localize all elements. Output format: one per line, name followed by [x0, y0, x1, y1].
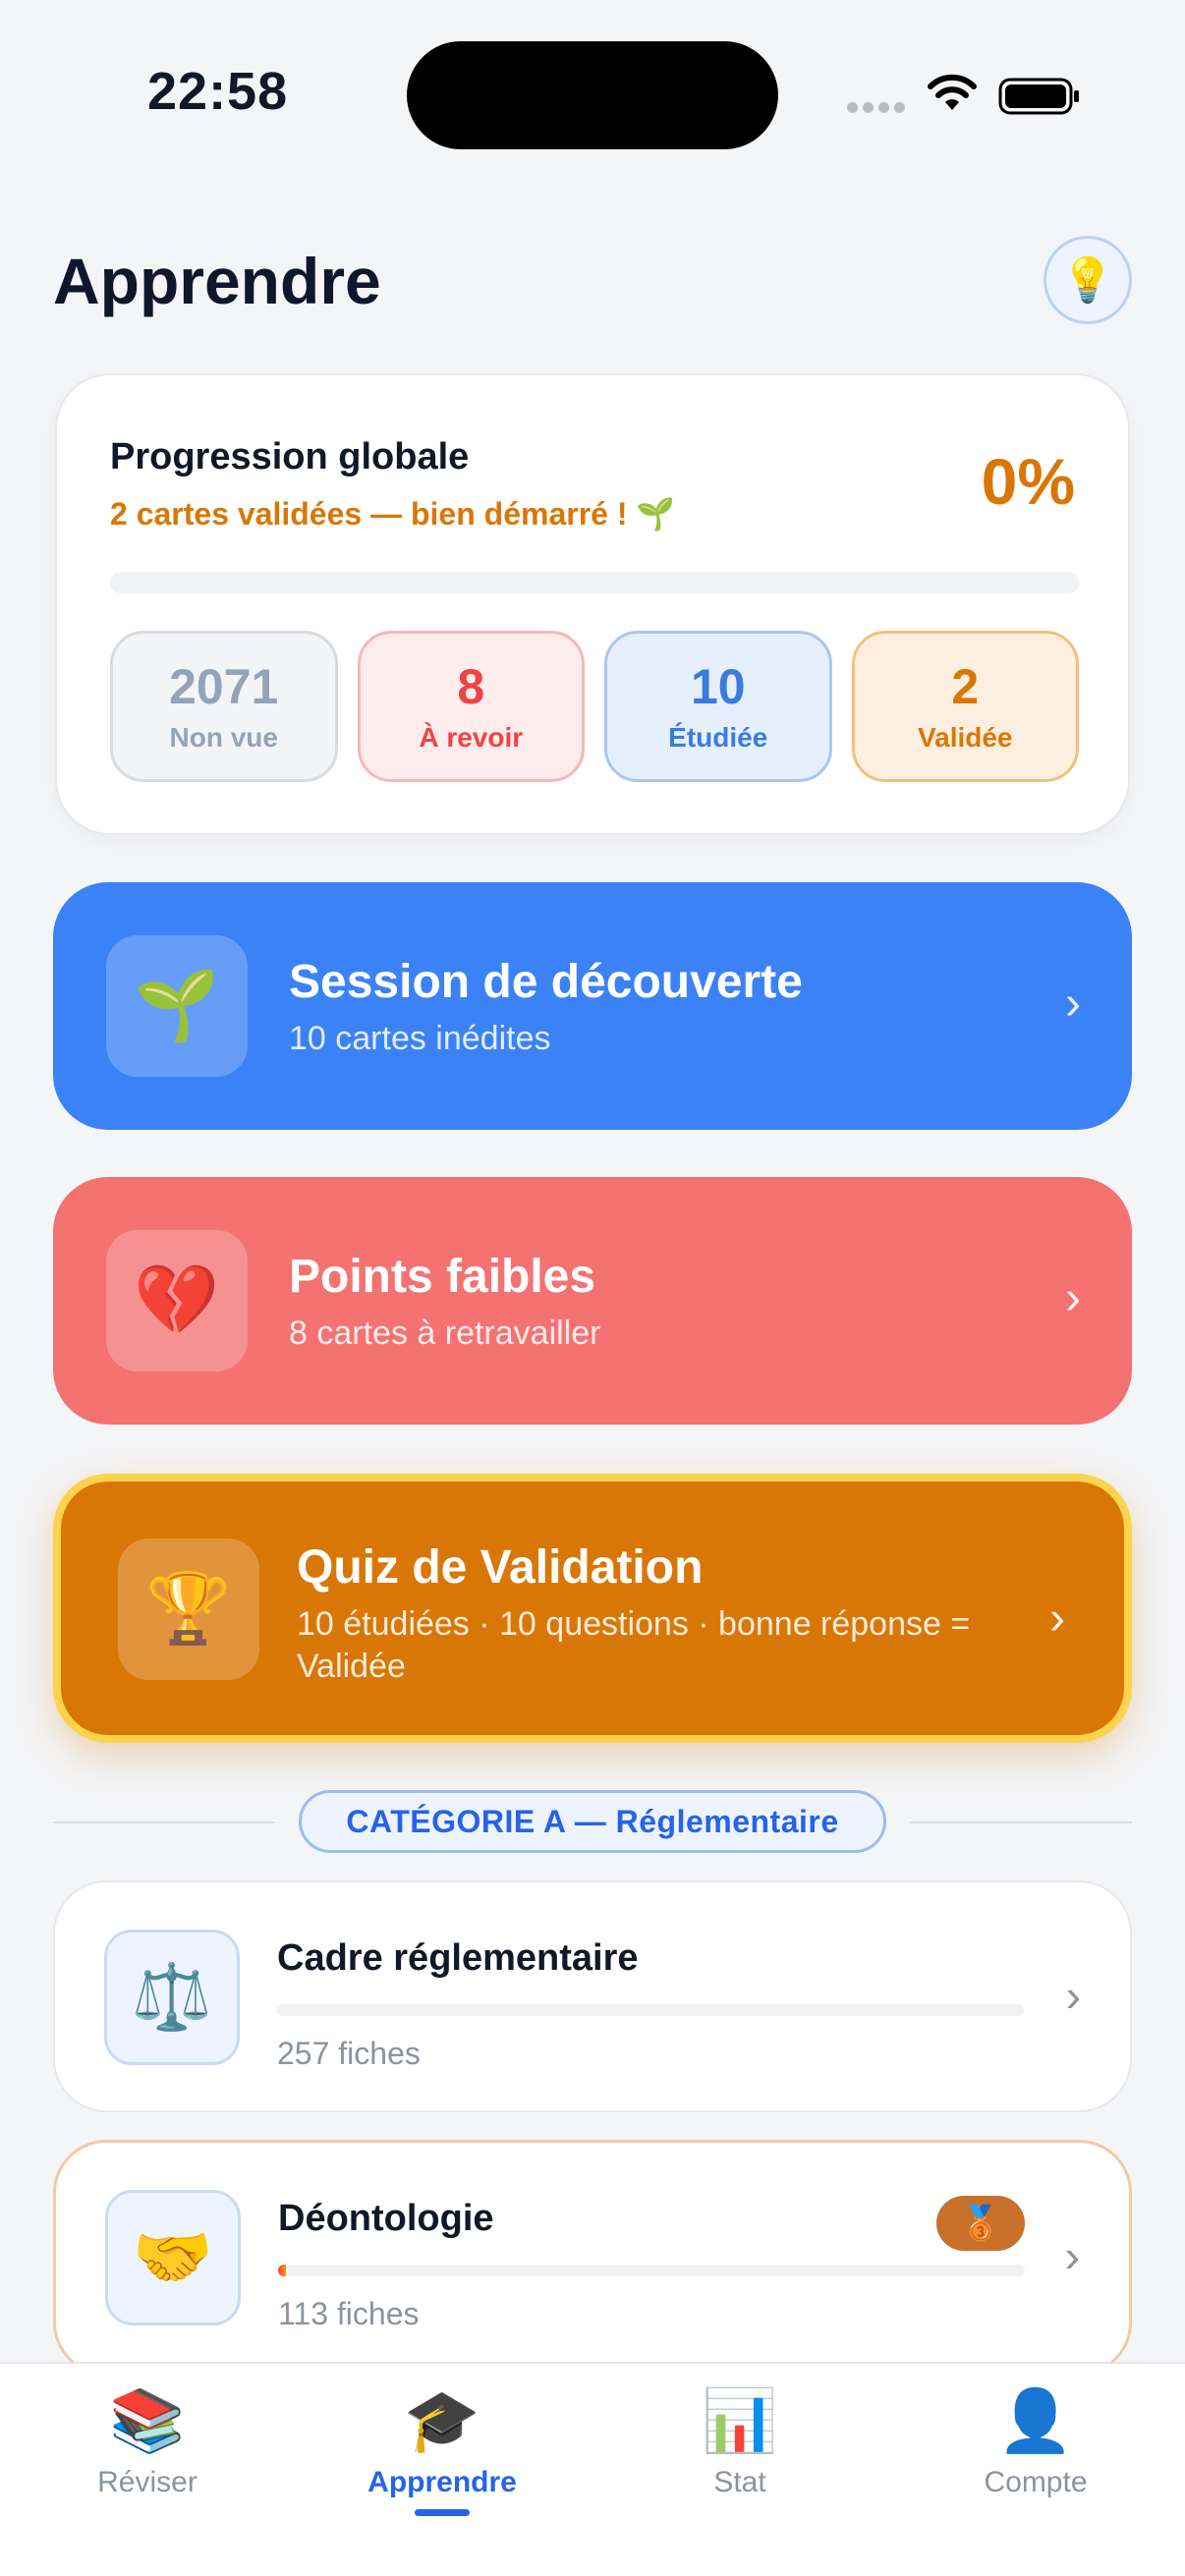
item-progress-bar	[278, 2265, 1025, 2276]
list-item-deontologie[interactable]: 🤝 Déontologie 🥉 113 fiches ›	[53, 2140, 1132, 2376]
tab-label: Apprendre	[367, 2466, 517, 2498]
item-count: 257 fiches	[277, 2036, 421, 2071]
divider	[910, 1821, 1132, 1823]
item-title: Cadre réglementaire	[277, 1937, 639, 1979]
tab-label: Compte	[984, 2466, 1088, 2498]
stat-validee[interactable]: 2 Validée	[851, 631, 1079, 782]
battery-icon	[998, 78, 1079, 115]
trophy-icon: 🏆	[118, 1539, 259, 1680]
page-title: Apprendre	[53, 245, 381, 317]
weak-points-button[interactable]: 💔 Points faibles 8 cartes à retravailler…	[53, 1177, 1132, 1425]
tab-stat[interactable]: 📊 Stat	[592, 2385, 887, 2499]
status-bar: 22:58	[0, 0, 1185, 196]
lightbulb-icon[interactable]: 💡	[1044, 236, 1132, 324]
chevron-right-icon: ›	[1049, 1593, 1065, 1645]
action-subtitle: 8 cartes à retravailler	[289, 1315, 601, 1352]
action-subtitle: 10 cartes inédites	[289, 1020, 551, 1057]
category-label: CATÉGORIE A — Réglementaire	[299, 1790, 886, 1853]
chevron-right-icon: ›	[1065, 1970, 1081, 2021]
item-count: 113 fiches	[278, 2296, 420, 2331]
tab-label: Réviser	[97, 2466, 198, 2498]
chevron-right-icon: ›	[1064, 2230, 1080, 2281]
bronze-medal-icon: 🥉	[936, 2196, 1025, 2251]
signal-icon	[847, 102, 905, 113]
stat-non-vue[interactable]: 2071 Non vue	[110, 631, 338, 782]
books-icon: 📚	[109, 2387, 186, 2455]
stat-label: Non vue	[169, 721, 278, 753]
active-tab-indicator	[415, 2509, 470, 2516]
stats-row: 2071 Non vue 8 À revoir 10 Étudiée 2 Val…	[110, 631, 1079, 782]
chevron-right-icon: ›	[1065, 978, 1081, 1030]
item-title: Déontologie	[278, 2198, 494, 2239]
tab-reviser[interactable]: 📚 Réviser	[0, 2385, 295, 2499]
stat-label: Validée	[917, 721, 1013, 753]
stat-label: À revoir	[419, 721, 524, 753]
divider	[53, 1821, 275, 1823]
scales-icon: ⚖️	[104, 1930, 240, 2065]
tab-apprendre[interactable]: 🎓 Apprendre	[295, 2385, 590, 2516]
bottom-tab-bar: 📚 Réviser 🎓 Apprendre 📊 Stat 👤 Compte	[0, 2362, 1185, 2576]
list-item-cadre-reglementaire[interactable]: ⚖️ Cadre réglementaire 257 fiches ›	[53, 1880, 1132, 2112]
user-icon: 👤	[997, 2387, 1074, 2455]
stat-value: 2071	[169, 658, 279, 714]
stat-a-revoir[interactable]: 8 À revoir	[357, 631, 585, 782]
progress-percent: 0%	[981, 445, 1075, 518]
handshake-icon: 🤝	[105, 2190, 241, 2325]
discovery-session-button[interactable]: 🌱 Session de découverte 10 cartes inédit…	[53, 882, 1132, 1130]
item-progress-fill	[278, 2265, 286, 2276]
stat-etudiee[interactable]: 10 Étudiée	[604, 631, 832, 782]
stat-value: 2	[951, 658, 980, 714]
wifi-icon	[928, 74, 977, 110]
progress-subtitle: 2 cartes validées — bien démarré ! 🌱	[110, 496, 676, 532]
dynamic-island	[407, 41, 778, 149]
graduation-cap-icon: 🎓	[404, 2387, 480, 2455]
action-title: Quiz de Validation	[297, 1541, 704, 1594]
status-time: 22:58	[147, 62, 289, 121]
action-title: Session de découverte	[289, 956, 803, 1008]
item-progress-bar	[277, 2004, 1024, 2016]
bar-chart-icon: 📊	[702, 2387, 778, 2455]
seedling-icon: 🌱	[106, 935, 248, 1077]
tab-compte[interactable]: 👤 Compte	[888, 2385, 1183, 2499]
action-title: Points faibles	[289, 1251, 596, 1303]
progress-title: Progression globale	[110, 436, 470, 477]
global-progress-card: Progression globale 2 cartes validées — …	[55, 373, 1130, 835]
action-subtitle: 10 étudiées · 10 questions · bonne répon…	[297, 1605, 971, 1685]
progress-bar	[110, 572, 1079, 593]
broken-heart-icon: 💔	[106, 1230, 248, 1372]
stat-value: 8	[457, 658, 485, 714]
stat-value: 10	[690, 658, 746, 714]
chevron-right-icon: ›	[1065, 1272, 1081, 1324]
stat-label: Étudiée	[668, 721, 768, 753]
tab-label: Stat	[713, 2466, 766, 2498]
validation-quiz-button[interactable]: 🏆 Quiz de Validation 10 étudiées · 10 qu…	[53, 1474, 1132, 1743]
